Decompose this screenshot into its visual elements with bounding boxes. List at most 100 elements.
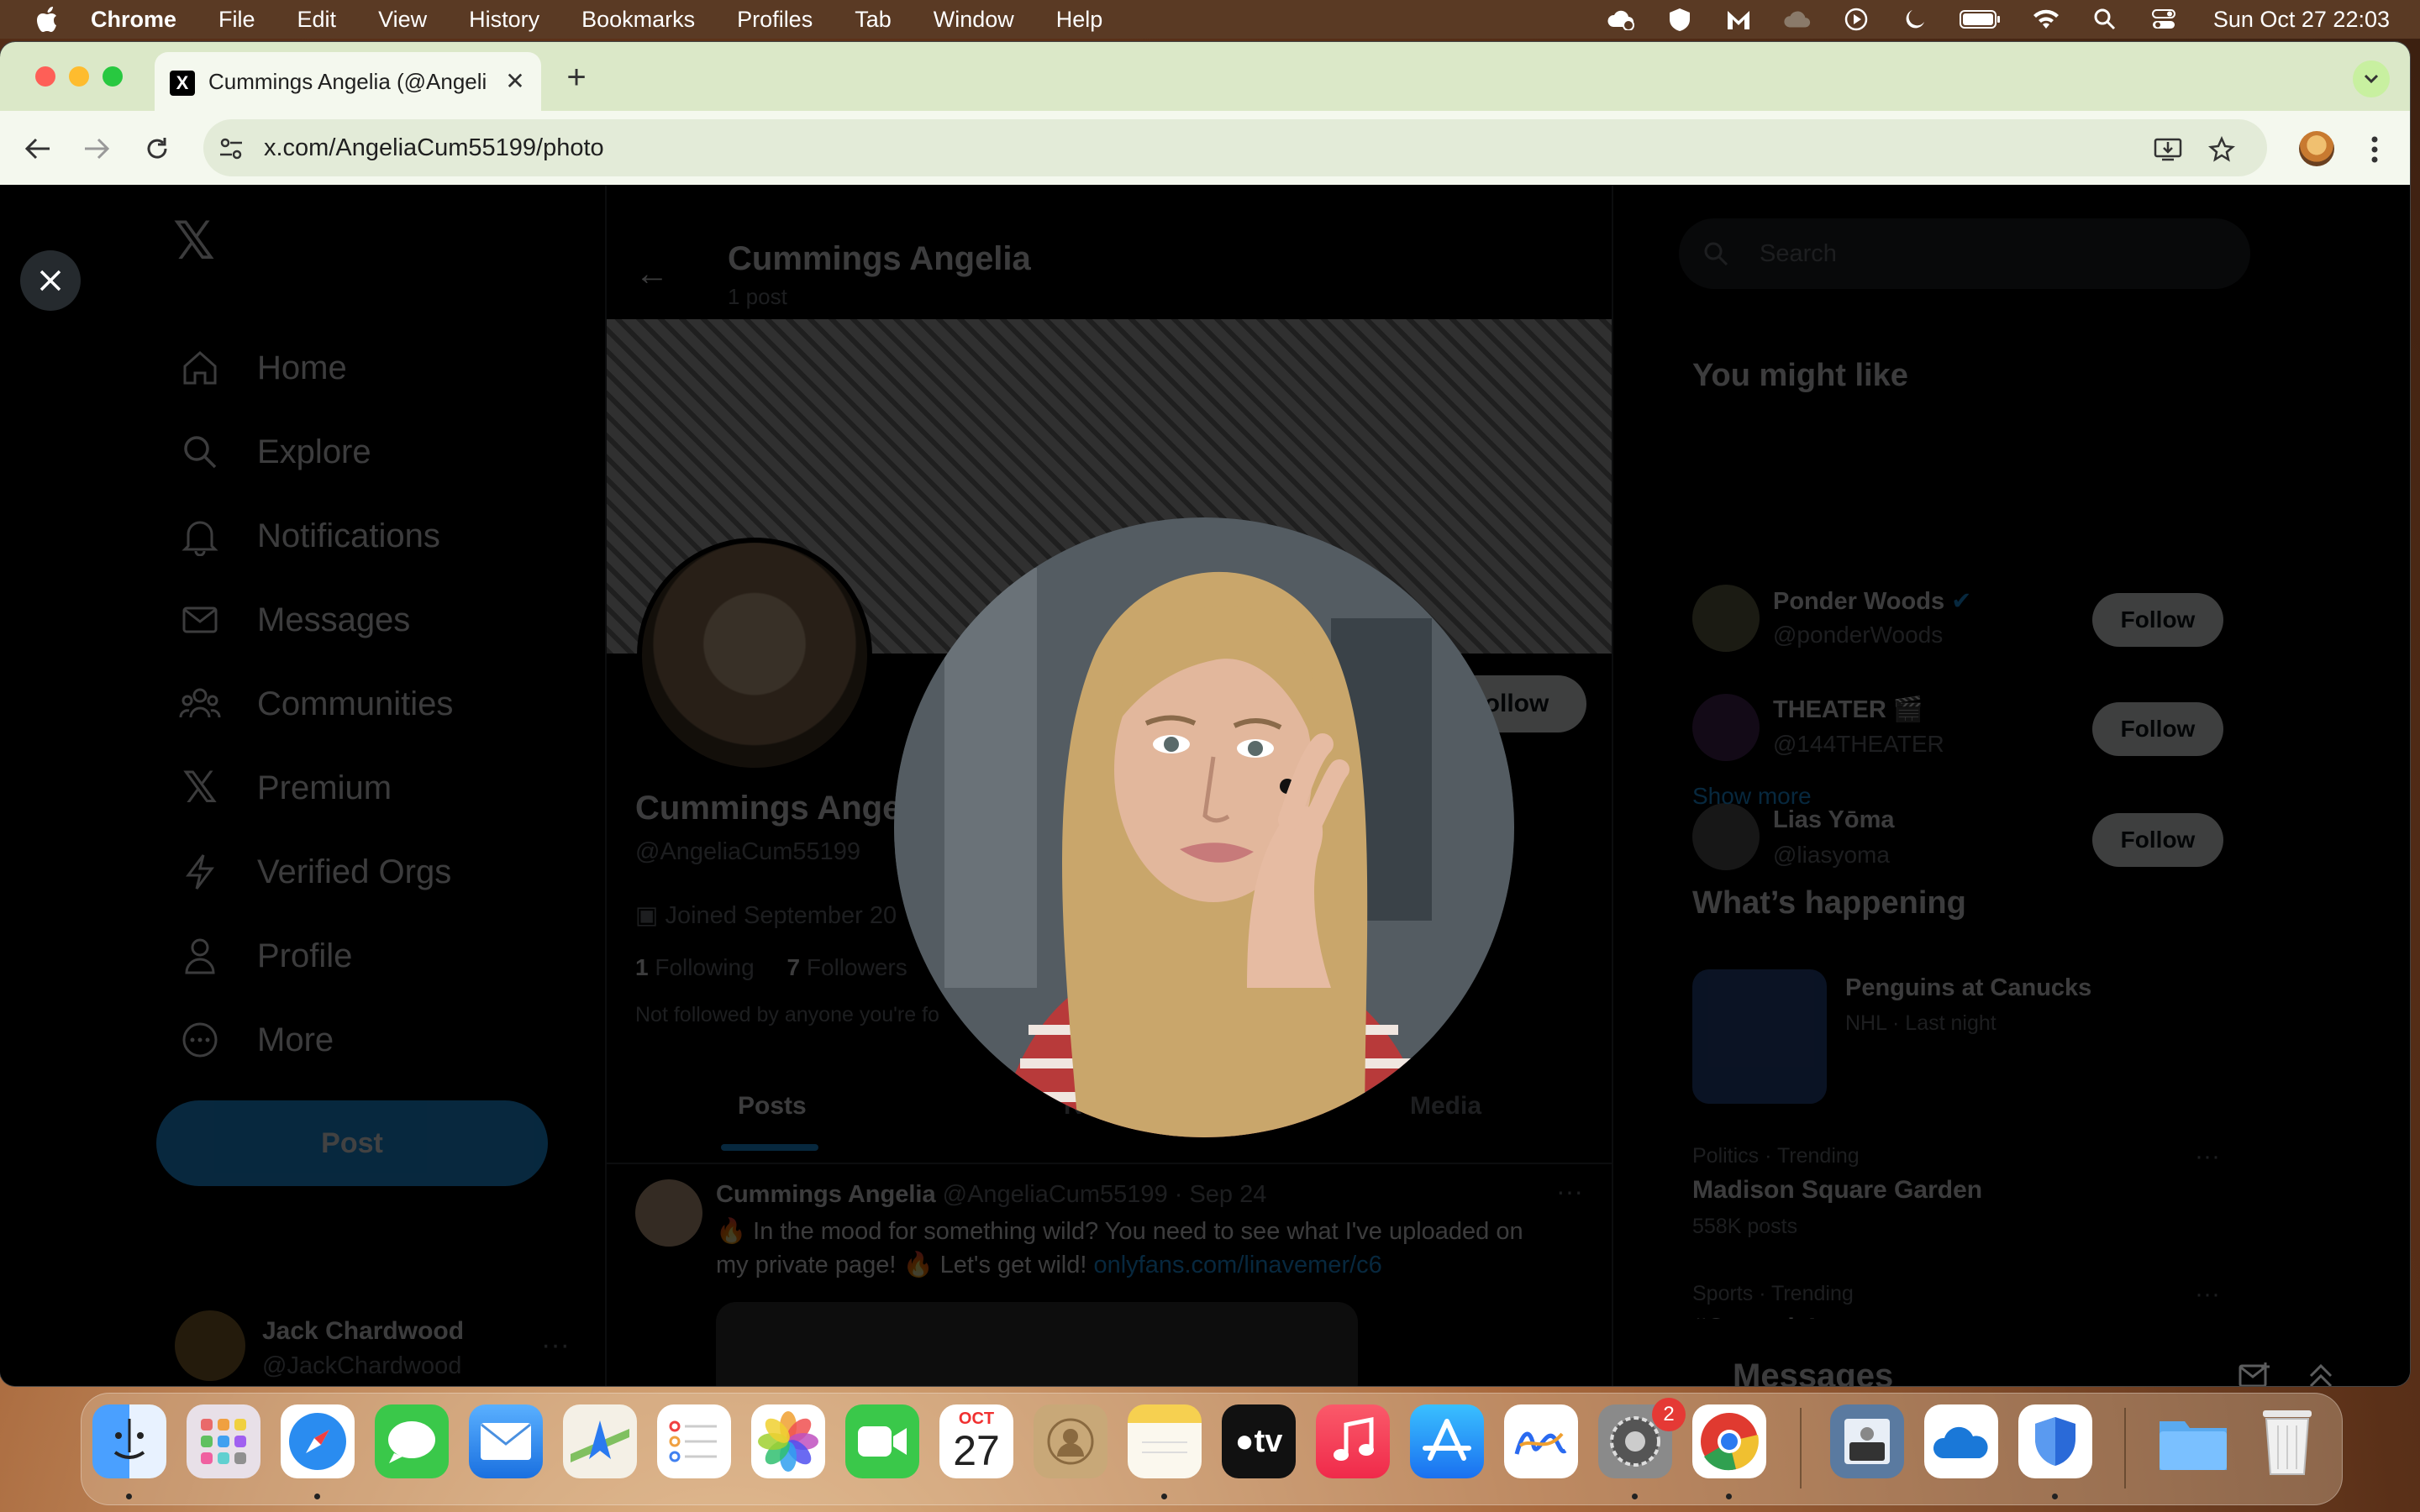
nav-verified-orgs[interactable]: Verified Orgs xyxy=(176,847,451,897)
menu-app-name[interactable]: Chrome xyxy=(91,7,176,33)
new-tab-button[interactable]: + xyxy=(558,59,595,96)
cloud-icon[interactable] xyxy=(1783,7,1812,32)
follow-button[interactable]: Follow xyxy=(2092,813,2223,867)
menubar-clock[interactable]: Sun Oct 27 22:03 xyxy=(2213,7,2390,33)
event-thumbnail[interactable] xyxy=(1692,969,1827,1104)
install-app-icon[interactable] xyxy=(2151,133,2185,166)
menu-view[interactable]: View xyxy=(378,7,427,33)
close-window-button[interactable] xyxy=(35,66,55,87)
facetime-icon[interactable] xyxy=(845,1404,919,1478)
menu-window[interactable]: Window xyxy=(934,7,1014,33)
music-icon[interactable] xyxy=(1316,1404,1390,1478)
profile-avatar[interactable] xyxy=(2299,131,2334,166)
menu-tab[interactable]: Tab xyxy=(855,7,892,33)
safari-icon[interactable] xyxy=(281,1404,355,1478)
profile-stats[interactable]: 1 Following 7 Followers xyxy=(635,954,908,981)
nav-more[interactable]: More xyxy=(176,1015,334,1065)
app-store-icon[interactable] xyxy=(1410,1404,1484,1478)
apple-menu-icon[interactable] xyxy=(32,3,66,36)
site-info-icon[interactable] xyxy=(215,133,247,165)
x-search-input[interactable]: Search xyxy=(1679,218,2250,289)
battery-icon[interactable] xyxy=(1959,7,2002,32)
nav-communities[interactable]: Communities xyxy=(176,679,453,729)
suggestion-avatar[interactable] xyxy=(1692,803,1760,870)
tab-active[interactable]: X Cummings Angelia (@Angelia ✕ xyxy=(155,52,541,113)
finder-icon[interactable] xyxy=(92,1404,166,1478)
preview-icon[interactable] xyxy=(1830,1404,1904,1478)
reload-button[interactable] xyxy=(136,128,178,170)
suggestion-avatar[interactable] xyxy=(1692,585,1760,652)
spotlight-search-icon[interactable] xyxy=(2091,7,2119,32)
post-button[interactable]: Post xyxy=(156,1100,548,1186)
suggestion-name[interactable]: THEATER 🎬 xyxy=(1773,696,1923,724)
nav-home[interactable]: Home xyxy=(176,343,347,393)
x-logo-icon[interactable]: 𝕏 xyxy=(173,210,224,270)
tab-close-icon[interactable]: ✕ xyxy=(501,67,529,96)
profile-photo-enlarged[interactable] xyxy=(894,517,1514,1137)
malwarebytes-icon[interactable] xyxy=(1724,7,1753,32)
tweet-link[interactable]: onlyfans.com/linavemer/c6 xyxy=(1093,1252,1381,1278)
onedrive-icon[interactable] xyxy=(1924,1404,1998,1478)
tab-posts[interactable]: Posts xyxy=(738,1092,807,1121)
collapse-drawer-icon[interactable] xyxy=(2302,1357,2339,1386)
nav-messages[interactable]: Messages xyxy=(176,595,410,645)
tweet-avatar[interactable] xyxy=(635,1179,702,1247)
maps-icon[interactable] xyxy=(563,1404,637,1478)
notes-icon[interactable] xyxy=(1128,1404,1202,1478)
menu-help[interactable]: Help xyxy=(1056,7,1103,33)
nav-profile[interactable]: Profile xyxy=(176,931,352,981)
tweet-media[interactable] xyxy=(716,1302,1358,1386)
nav-premium[interactable]: 𝕏 Premium xyxy=(176,763,392,813)
messages-app-icon[interactable] xyxy=(375,1404,449,1478)
trend-more-icon[interactable]: ··· xyxy=(2195,1142,2220,1171)
tweet-author[interactable]: Cummings Angelia xyxy=(716,1181,936,1208)
nav-explore[interactable]: Explore xyxy=(176,427,371,477)
wifi-icon[interactable] xyxy=(2032,7,2060,32)
follow-button[interactable]: Follow xyxy=(2092,702,2223,756)
account-avatar[interactable] xyxy=(175,1310,245,1381)
show-more-link[interactable]: Show more xyxy=(1692,783,1812,810)
forward-button[interactable] xyxy=(76,128,118,170)
messages-drawer-title[interactable]: Messages xyxy=(1733,1357,1893,1386)
address-bar[interactable]: x.com/AngeliaCum55199/photo xyxy=(203,119,2267,176)
back-button[interactable] xyxy=(17,128,59,170)
profile-avatar-large[interactable] xyxy=(637,538,872,773)
downloads-folder-icon[interactable] xyxy=(2156,1404,2230,1478)
minimize-window-button[interactable] xyxy=(69,66,89,87)
reminders-icon[interactable] xyxy=(657,1404,731,1478)
menu-file[interactable]: File xyxy=(218,7,255,33)
menu-edit[interactable]: Edit xyxy=(297,7,337,33)
chrome-menu-icon[interactable] xyxy=(2358,129,2391,170)
shield-tray-icon[interactable] xyxy=(1665,7,1694,32)
back-arrow-icon[interactable]: ← xyxy=(635,255,669,293)
nav-notifications[interactable]: Notifications xyxy=(176,511,440,561)
suggestion-name[interactable]: Lias Yōma xyxy=(1773,806,1895,834)
launchpad-icon[interactable] xyxy=(187,1404,260,1478)
control-center-icon[interactable] xyxy=(2149,7,2178,32)
trend-name[interactable]: Madison Square Garden xyxy=(1692,1176,1982,1205)
apple-tv-icon[interactable]: ● tv xyxy=(1222,1404,1296,1478)
menu-profiles[interactable]: Profiles xyxy=(737,7,813,33)
tab-media[interactable]: Media xyxy=(1410,1092,1481,1121)
moon-icon[interactable] xyxy=(1901,7,1929,32)
photos-icon[interactable] xyxy=(751,1404,825,1478)
new-message-icon[interactable] xyxy=(2237,1357,2274,1386)
suggestion-avatar[interactable] xyxy=(1692,694,1760,761)
suggestion-name[interactable]: Ponder Woods ✔ xyxy=(1773,586,1971,616)
account-more-icon[interactable]: ··· xyxy=(541,1329,570,1362)
cloud-sync-icon[interactable] xyxy=(1607,7,1635,32)
defender-shield-icon[interactable] xyxy=(2018,1404,2092,1478)
trash-icon[interactable] xyxy=(2250,1404,2324,1478)
follow-button[interactable]: Follow xyxy=(2092,593,2223,647)
play-circle-icon[interactable] xyxy=(1842,7,1870,32)
tab-search-button[interactable] xyxy=(2353,60,2390,97)
close-photo-button[interactable] xyxy=(20,250,81,311)
calendar-icon[interactable]: OCT 27 xyxy=(939,1404,1013,1478)
contacts-icon[interactable] xyxy=(1034,1404,1107,1478)
mail-icon[interactable] xyxy=(469,1404,543,1478)
zoom-window-button[interactable] xyxy=(103,66,123,87)
menu-history[interactable]: History xyxy=(469,7,539,33)
bookmark-star-icon[interactable] xyxy=(2205,133,2238,166)
freeform-icon[interactable] xyxy=(1504,1404,1578,1478)
tweet-more-icon[interactable]: ··· xyxy=(1556,1176,1583,1207)
